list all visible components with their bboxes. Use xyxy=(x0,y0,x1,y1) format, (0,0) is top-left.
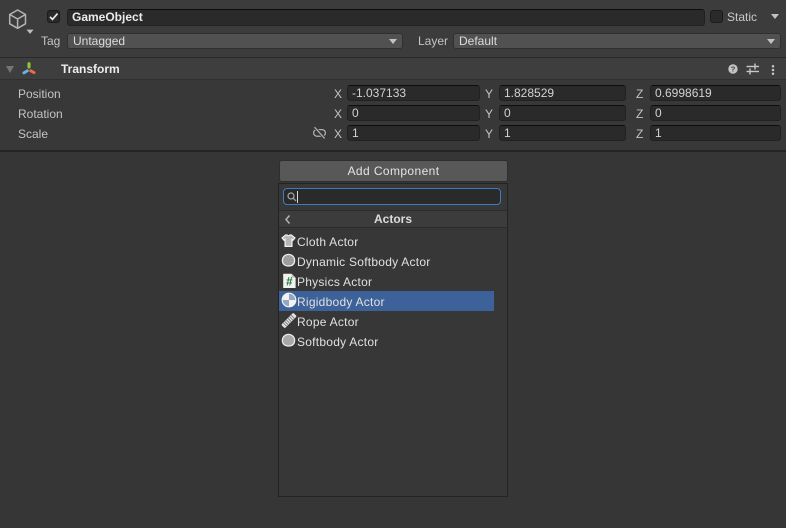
svg-text:#: # xyxy=(286,277,293,289)
svg-text:?: ? xyxy=(731,65,736,74)
